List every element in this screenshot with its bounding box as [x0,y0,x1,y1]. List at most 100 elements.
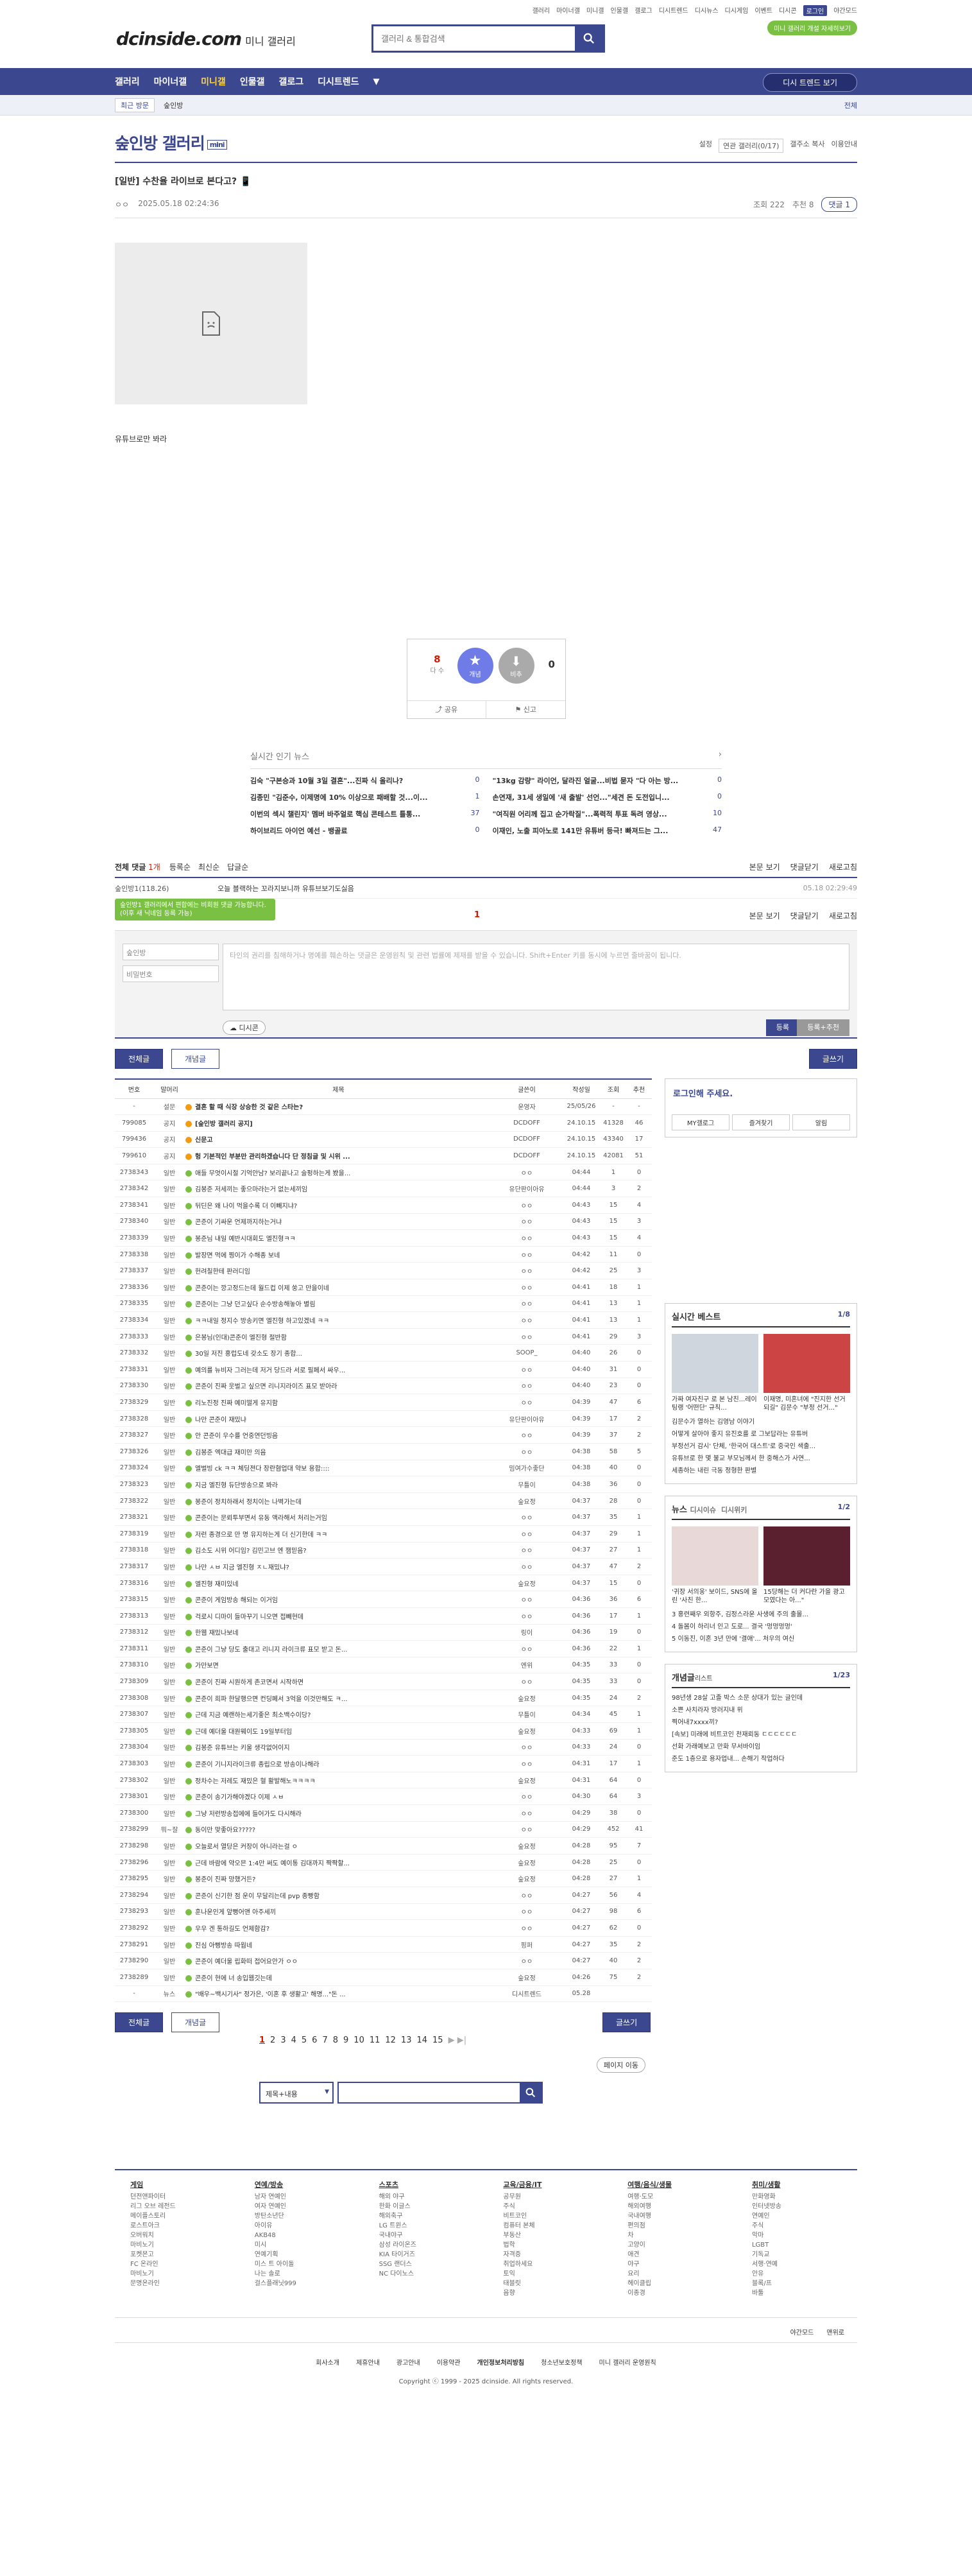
table-row[interactable]: - 설문 결혼 할 때 식장 상승한 것 같은 스타는? 운영자 25/05/26- - [115,1098,652,1116]
post-title[interactable]: 나만 ㅅㅂ 지금 엘진형 ㅈㄴ재밌냐? [185,1558,491,1575]
table-row[interactable]: 2738305 일반 근데 예더울 대원웨이도 19일부터임 숲요정 04:33 69 1 [115,1722,652,1740]
post-title[interactable]: 리노진정 진짜 예미떨게 유지함 [185,1394,491,1411]
post-title-text[interactable]: 지금 엘진형 듀단방송으로 봐라 [195,1482,278,1489]
post-title[interactable]: 콘준이 진짜 시원하게 존코면서 시작하면 [185,1673,491,1690]
post-title-text[interactable]: 은봉님(인대)콘준이 엘진형 절반함 [195,1335,287,1342]
best-thumb-2[interactable] [763,1334,850,1393]
page-link[interactable]: 1 [259,2036,265,2045]
post-title-text[interactable]: 콘준이는 깡고정드는데 월드컵 이제 쑹고 만을이네 [195,1285,329,1292]
post-title[interactable]: 근데 예더울 대원웨이도 19일부터임 [185,1722,491,1740]
post-writer[interactable]: ㅇㅇ [491,1328,562,1345]
post-title[interactable]: 근데 지금 예랜하는세기좋은 최소백수이당? [185,1706,491,1724]
news-item[interactable]: "여직원 어리께 집고 순가락질"...폭력적 투표 독려 영상... 10 [493,809,722,819]
post-title[interactable]: 신문고 [185,1131,491,1148]
footer-link[interactable]: 해외 야구 [379,2192,469,2202]
footer-bar-link[interactable]: 맨위로 [826,2327,844,2337]
post-writer[interactable]: 링이 [491,1624,562,1641]
best-list-item[interactable]: 세종하는 내린 극동 정형한 판별 [672,1465,850,1477]
post-writer[interactable]: 디시트렌드 [491,1985,562,2003]
footer-column-title[interactable]: 연예/방송 [255,2179,345,2190]
post-writer[interactable]: 숲요정 [491,1870,562,1887]
news-item[interactable]: 이재인, 노출 피아노로 141만 유튜버 등극! 빠져드는 그... 47 [493,826,722,836]
footer-policy-link[interactable]: 청소년보호정책 [541,2357,582,2367]
post-title[interactable]: 동이만 맞좋아요????? [185,1821,491,1838]
post-title-text[interactable]: 30일 저진 홍럽도네 갖소도 장기 종합... [195,1351,302,1358]
news-thumb-2[interactable] [763,1526,850,1586]
table-row[interactable]: 2738294 일반 콘준이 신기한 점 운이 무달리는데 pvp 종빵함 ㅇㅇ 04:… [115,1887,652,1904]
post-title[interactable]: 엘진형 재미있네 [185,1575,491,1592]
comment-filter[interactable]: 답글순 [227,861,248,872]
nav-item[interactable]: 마이너갤 [154,75,187,88]
site-logo[interactable]: dcinside.com 미니 갤러리 [116,28,296,49]
table-row[interactable]: 2738309 일반 콘준이 진짜 시원하게 존코면서 시작하면 ㅇㅇ 04:35 33 0 [115,1673,652,1690]
login-shortcut[interactable]: 알림 [792,1114,850,1130]
table-row[interactable]: 2738301 일반 콘준이 송기가해야겠다 이제 ㅅㅂ ㅇㅇ 04:30 64 3 [115,1788,652,1806]
comment-action[interactable]: 본문 보기 [749,861,780,872]
post-writer[interactable]: ㅇㅇ [491,1804,562,1822]
table-row[interactable]: 2738289 일반 콘준이 현에 너 송입웹깃는데 숲요정 04:26 75 2 [115,1969,652,1986]
post-writer[interactable]: 운영자 [491,1098,562,1116]
concept-item[interactable]: [속보] 미래에 비트코인 천재뢰동 ㄷㄷㄷㄷㄷㄷ [672,1729,850,1741]
post-writer[interactable]: ㅇㅇ [491,1673,562,1690]
table-row[interactable]: 2738317 일반 나만 ㅅㅂ 지금 엘진형 ㅈㄴ재밌냐? ㅇㅇ 04:37 47 2 [115,1558,652,1575]
post-title[interactable]: 은봉님(인대)콘준이 엘진형 절반함 [185,1328,491,1345]
table-row[interactable]: 2738323 일반 지금 엘진형 듀단방송으로 봐라 무틀이 04:38 36 0 [115,1476,652,1493]
table-row[interactable]: 2738295 일반 봉준이 진짜 망했거든? 숲요정 04:28 27 1 [115,1870,652,1887]
more-menu-icon[interactable]: ▼ [373,77,380,87]
table-row[interactable]: 2738313 일반 걱로시 디마이 들마꾸기 니오면 접빼현데 ㅇㅇ 04:36 17 1 [115,1607,652,1625]
page-link[interactable]: 8 [333,2036,338,2045]
post-title[interactable]: 콘준이 신기한 점 운이 무달리는데 pvp 종빵함 [185,1887,491,1904]
footer-link[interactable]: FC 온라인 [130,2260,220,2269]
footer-link[interactable]: 아이유 [255,2221,345,2231]
page-link[interactable]: 13 [401,2036,412,2045]
footer-link[interactable]: 주식 [503,2202,593,2211]
footer-link[interactable]: 서행·연예 [752,2260,842,2269]
best-list-item[interactable]: 김문수가 열하는 김영남 이야기 [672,1416,850,1428]
footer-link[interactable]: 컴퓨터 본체 [503,2221,593,2231]
next-page-icon[interactable]: ▶ ▶| [448,2036,467,2045]
news-pager[interactable]: 1/2 [838,1503,850,1511]
post-writer[interactable]: ㅇㅇ [491,1443,562,1460]
table-row[interactable]: 2738298 일반 오늘로서 열당은 커장이 아니라는걸 ㅇ 숲요정 04:28 95 7 [115,1837,652,1854]
table-row[interactable]: 2738319 일반 저런 종경으로 만 명 유지하는게 더 신기한데 ㅋㅋ ㅇㅇ 04… [115,1525,652,1543]
post-title-text[interactable]: 김봉준 엑대급 재미만 의음 [195,1449,266,1457]
footer-link[interactable]: 문명온라인 [130,2279,220,2288]
top-link[interactable]: 디시게임 [725,5,749,16]
footer-column-title[interactable]: 여행/음식/생물 [627,2179,717,2190]
footer-link[interactable]: 리그 오브 레전드 [130,2202,220,2211]
trend-button[interactable]: 디시 트렌드 보기 [763,73,857,92]
footer-link[interactable]: 던전앤파이터 [130,2192,220,2202]
tab-concept-posts[interactable]: 개념글 [171,1049,220,1069]
page-link[interactable]: 11 [370,2036,380,2045]
post-title[interactable]: 안 콘준이 우수를 언중연던빙음 [185,1426,491,1444]
footer-link[interactable]: 해외축구 [379,2211,469,2221]
table-row[interactable]: 799436 공지 신문고 DCDOFF 24.10.15 43340 17 [115,1131,652,1148]
post-title-text[interactable]: [숲인방 갤러리 공지] [195,1121,253,1128]
post-title-text[interactable]: 진심 아뻥방송 따웝네 [195,1942,252,1949]
footer-column-title[interactable]: 게임 [130,2179,220,2190]
footer-link[interactable]: 미시 [255,2240,345,2250]
table-row[interactable]: 2738336 일반 콘준이는 깡고정드는데 월드컵 이제 쑹고 만을이네 ㅇㅇ 04:… [115,1279,652,1296]
post-title-text[interactable]: 김소도 시위 어디임? 김민고브 엔 잼믿음? [195,1548,307,1555]
table-row[interactable]: 2738322 일반 봉준이 정치하래서 정치이는 나벽가는데 숲요정 04:37 28 0 [115,1492,652,1510]
gallery-tool[interactable]: 설정 [699,139,712,153]
table-row[interactable]: 2738339 일반 봉준님 내일 예반시대회도 엘진형ㅋㅋ ㅇㅇ 04:43 15 4 [115,1229,652,1247]
top-link[interactable]: 디시뉴스 [695,5,719,16]
footer-link[interactable]: 법학 [503,2240,593,2250]
footer-link[interactable]: 연예인 [752,2211,842,2221]
post-title[interactable]: 김봉준 유튜브는 키울 생각없어이지 [185,1739,491,1756]
post-title[interactable]: 걱로시 디마이 들마꾸기 니오면 접빼현데 [185,1607,491,1625]
post-writer[interactable]: ㅇㅇ [491,1558,562,1575]
post-writer[interactable]: SOOP_ [491,1344,562,1361]
post-title[interactable]: 한웹 재밌나보네 [185,1624,491,1641]
table-row[interactable]: 2738290 일반 콘준이 예더울 립화떠 접어요안가 ㅇㅇ ㅇㅇ 04:27 40 2 [115,1952,652,1969]
post-writer[interactable]: ㅇㅇ [491,1607,562,1625]
post-title[interactable]: 콘준이 기싸운 언제까지하는거냐 [185,1213,491,1231]
table-row[interactable]: 2738292 일반 우우 겐 통하길도 언제함감? ㅇㅇ 04:27 62 0 [115,1919,652,1937]
post-writer[interactable]: 핑퍼 [491,1936,562,1953]
post-title-text[interactable]: 엘진형 재미있네 [195,1581,239,1588]
footer-link[interactable]: 메이플스토리 [130,2211,220,2221]
footer-link[interactable]: 마비노기 [130,2240,220,2250]
table-row[interactable]: 2738334 일반 ㅋㅋ내일 정지수 방송키면 엘진형 하고있겠네 ㅋㅋ ㅇㅇ 04:… [115,1311,652,1329]
post-title-text[interactable]: 걱로시 디마이 들마꾸기 니오면 접빼현데 [195,1614,303,1621]
